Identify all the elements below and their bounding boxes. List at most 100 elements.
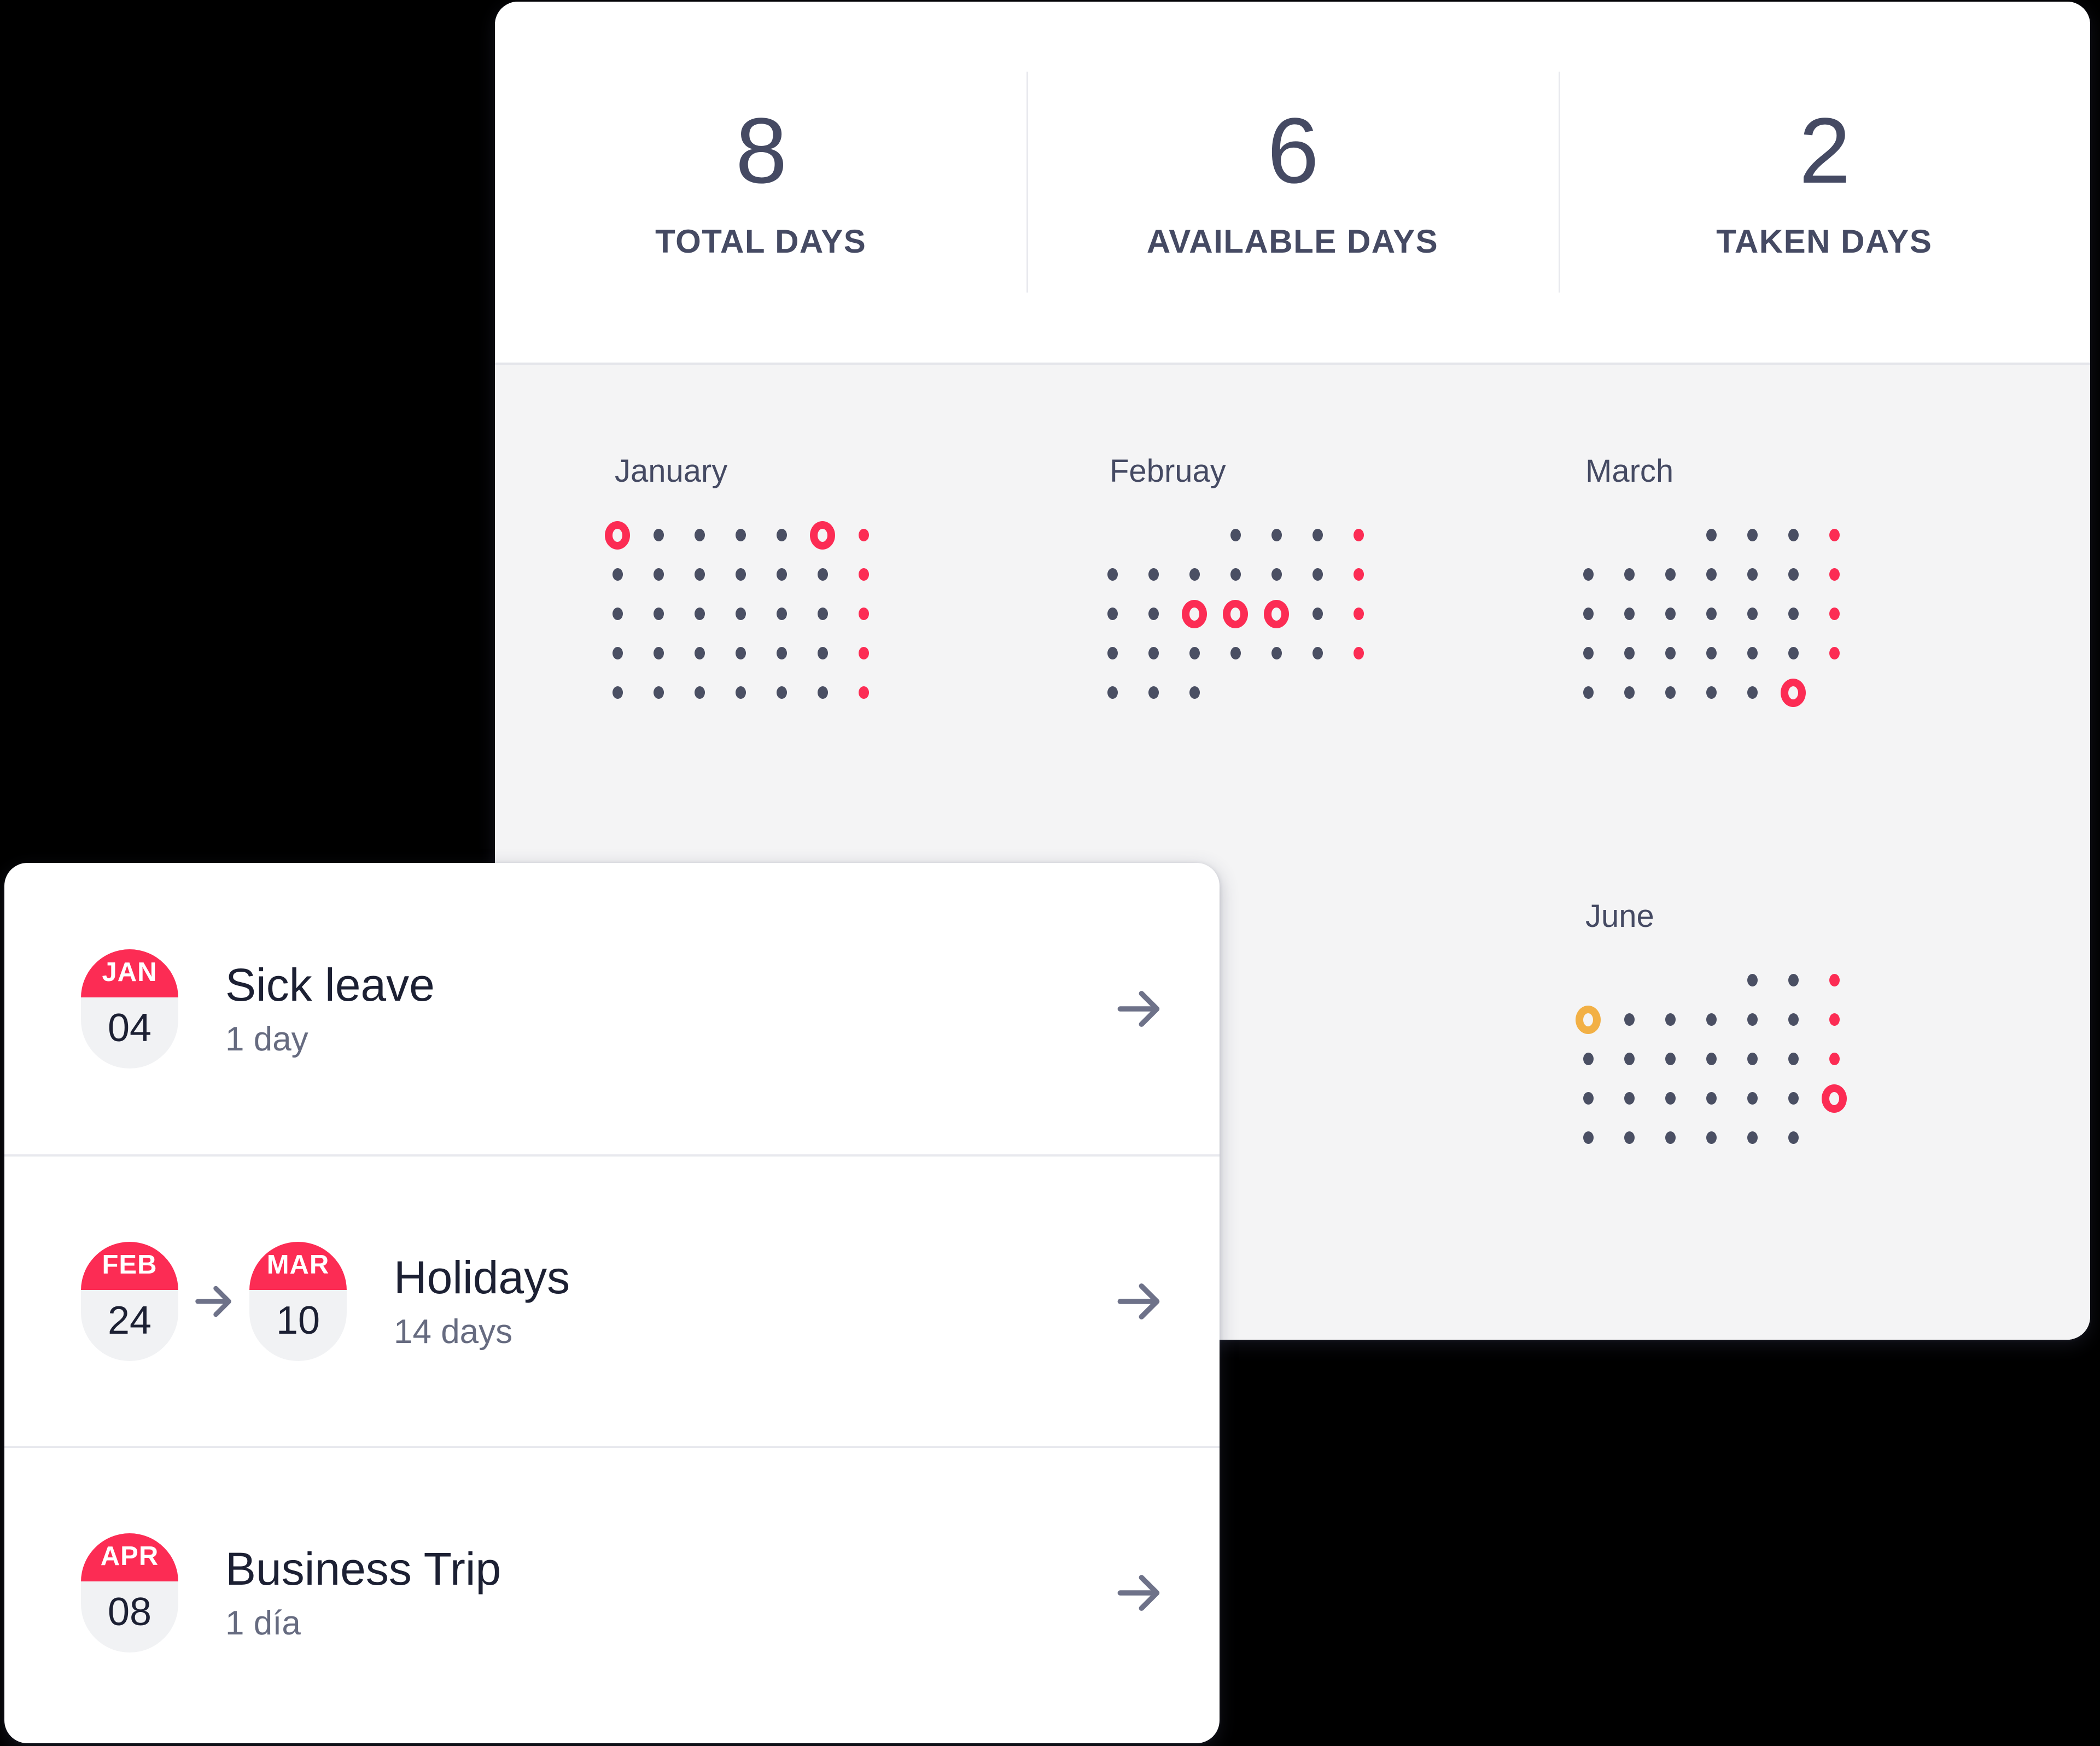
day-dot-weekend[interactable] bbox=[859, 608, 869, 620]
day-dot[interactable] bbox=[1788, 1131, 1799, 1144]
day-dot[interactable] bbox=[1665, 1092, 1676, 1105]
day-dot[interactable] bbox=[1624, 608, 1635, 620]
day-dot[interactable] bbox=[1747, 1053, 1758, 1065]
day-dot[interactable] bbox=[777, 568, 787, 581]
day-dot[interactable] bbox=[1583, 686, 1594, 699]
day-dot[interactable] bbox=[1706, 1131, 1717, 1144]
day-dot[interactable] bbox=[1148, 608, 1159, 620]
day-dot[interactable] bbox=[695, 568, 705, 581]
day-dot[interactable] bbox=[1148, 647, 1159, 659]
day-dot[interactable] bbox=[1230, 647, 1241, 659]
day-dot[interactable] bbox=[1747, 647, 1758, 659]
day-dot-weekend[interactable] bbox=[859, 647, 869, 659]
day-dot[interactable] bbox=[1107, 568, 1118, 581]
day-dot[interactable] bbox=[1271, 529, 1282, 541]
day-dot-selected[interactable] bbox=[1822, 1084, 1847, 1113]
day-dot[interactable] bbox=[1747, 568, 1758, 581]
day-dot[interactable] bbox=[1706, 647, 1717, 659]
day-dot[interactable] bbox=[1665, 1131, 1676, 1144]
day-dot[interactable] bbox=[1747, 1013, 1758, 1026]
day-dot[interactable] bbox=[1583, 608, 1594, 620]
day-dot[interactable] bbox=[1665, 608, 1676, 620]
day-dot-weekend[interactable] bbox=[859, 529, 869, 541]
day-dot[interactable] bbox=[1706, 686, 1717, 699]
day-dot[interactable] bbox=[736, 647, 746, 659]
day-dot-weekend[interactable] bbox=[1829, 647, 1840, 659]
day-dot[interactable] bbox=[1271, 647, 1282, 659]
day-dot[interactable] bbox=[654, 568, 664, 581]
day-dot[interactable] bbox=[1583, 1092, 1594, 1105]
day-dot[interactable] bbox=[1583, 647, 1594, 659]
day-dot[interactable] bbox=[736, 529, 746, 541]
day-dot-weekend[interactable] bbox=[1829, 608, 1840, 620]
day-dot[interactable] bbox=[1624, 1131, 1635, 1144]
day-dot[interactable] bbox=[1706, 568, 1717, 581]
day-dot[interactable] bbox=[1788, 608, 1799, 620]
day-dot[interactable] bbox=[1148, 686, 1159, 699]
day-dot[interactable] bbox=[1312, 568, 1323, 581]
day-dot[interactable] bbox=[736, 686, 746, 699]
day-dot[interactable] bbox=[695, 686, 705, 699]
day-dot[interactable] bbox=[1624, 568, 1635, 581]
request-detail-arrow-icon[interactable] bbox=[1098, 1564, 1180, 1621]
day-dot[interactable] bbox=[1706, 1092, 1717, 1105]
day-dot-weekend[interactable] bbox=[1829, 974, 1840, 986]
day-dot[interactable] bbox=[1665, 1053, 1676, 1065]
day-dot-pending[interactable] bbox=[1576, 1006, 1601, 1034]
day-dot[interactable] bbox=[1788, 1053, 1799, 1065]
day-dot-selected[interactable] bbox=[1223, 600, 1248, 628]
day-dot[interactable] bbox=[1788, 1013, 1799, 1026]
day-dot[interactable] bbox=[1747, 974, 1758, 986]
day-dot[interactable] bbox=[612, 568, 623, 581]
day-dot[interactable] bbox=[1271, 568, 1282, 581]
day-dot[interactable] bbox=[1788, 647, 1799, 659]
leave-request-row[interactable]: FEB 24 MAR 10 Holidays 14 days bbox=[4, 1154, 1220, 1446]
day-dot[interactable] bbox=[1583, 1053, 1594, 1065]
day-dot[interactable] bbox=[654, 686, 664, 699]
day-dot[interactable] bbox=[1788, 529, 1799, 541]
day-dot[interactable] bbox=[1747, 1092, 1758, 1105]
day-dot[interactable] bbox=[1624, 1053, 1635, 1065]
day-dot[interactable] bbox=[818, 647, 828, 659]
day-dot[interactable] bbox=[736, 608, 746, 620]
day-dot-selected[interactable] bbox=[605, 521, 630, 550]
day-dot-weekend[interactable] bbox=[1829, 1053, 1840, 1065]
day-dot[interactable] bbox=[695, 647, 705, 659]
day-dot[interactable] bbox=[777, 529, 787, 541]
day-dot[interactable] bbox=[612, 608, 623, 620]
day-dot[interactable] bbox=[1706, 1013, 1717, 1026]
day-dot-weekend[interactable] bbox=[1829, 568, 1840, 581]
day-dot[interactable] bbox=[1665, 647, 1676, 659]
day-dot[interactable] bbox=[1189, 686, 1200, 699]
day-dot[interactable] bbox=[1148, 568, 1159, 581]
day-dot[interactable] bbox=[1312, 608, 1323, 620]
day-dot[interactable] bbox=[1107, 608, 1118, 620]
day-dot[interactable] bbox=[736, 568, 746, 581]
day-dot[interactable] bbox=[1230, 529, 1241, 541]
day-dot-weekend[interactable] bbox=[1829, 1013, 1840, 1026]
day-dot[interactable] bbox=[818, 686, 828, 699]
day-dot[interactable] bbox=[1189, 647, 1200, 659]
day-dot[interactable] bbox=[1665, 1013, 1676, 1026]
request-detail-arrow-icon[interactable] bbox=[1098, 980, 1180, 1037]
day-dot[interactable] bbox=[1107, 647, 1118, 659]
day-dot[interactable] bbox=[1788, 974, 1799, 986]
day-dot[interactable] bbox=[1665, 568, 1676, 581]
day-dot[interactable] bbox=[654, 529, 664, 541]
day-dot[interactable] bbox=[1189, 568, 1200, 581]
day-dot[interactable] bbox=[1583, 1131, 1594, 1144]
day-dot[interactable] bbox=[1747, 608, 1758, 620]
day-dot[interactable] bbox=[1788, 568, 1799, 581]
day-dot[interactable] bbox=[1706, 608, 1717, 620]
day-dot[interactable] bbox=[1583, 568, 1594, 581]
day-dot[interactable] bbox=[1312, 647, 1323, 659]
day-dot[interactable] bbox=[818, 608, 828, 620]
day-dot-weekend[interactable] bbox=[1354, 608, 1364, 620]
day-dot-selected[interactable] bbox=[1182, 600, 1207, 628]
request-detail-arrow-icon[interactable] bbox=[1098, 1273, 1180, 1330]
day-dot-weekend[interactable] bbox=[1354, 568, 1364, 581]
day-dot[interactable] bbox=[1230, 568, 1241, 581]
day-dot[interactable] bbox=[1107, 686, 1118, 699]
leave-request-row[interactable]: JAN 04 Sick leave 1 day bbox=[4, 863, 1220, 1154]
day-dot[interactable] bbox=[1747, 1131, 1758, 1144]
